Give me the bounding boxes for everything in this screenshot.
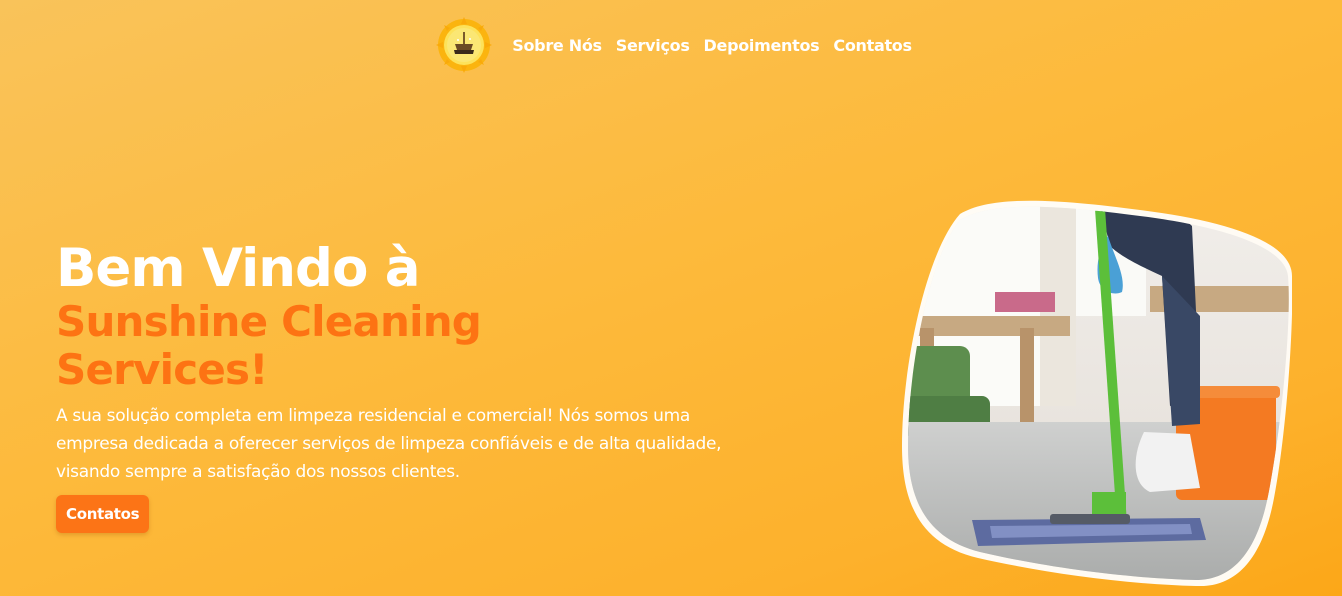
nav-link-servicos[interactable]: Serviços — [616, 36, 690, 55]
hero-description: A sua solução completa em limpeza reside… — [56, 406, 722, 482]
nav-link-depoimentos[interactable]: Depoimentos — [704, 36, 820, 55]
hero-title: Bem Vindo à — [56, 238, 421, 299]
contatos-button[interactable]: Contatos — [56, 495, 150, 533]
navbar: Sobre Nós Serviços Depoimentos Contatos — [0, 16, 1342, 74]
sun-broom-logo-icon[interactable] — [436, 17, 493, 73]
nav-links: Sobre Nós Serviços Depoimentos Contatos — [512, 36, 912, 55]
nav-link-sobre-nos[interactable]: Sobre Nós — [512, 36, 602, 55]
person-mopping-floor-photo — [900, 196, 1293, 587]
nav-link-contatos[interactable]: Contatos — [833, 36, 912, 55]
hero-section: Bem Vindo à Sunshine Cleaning Services! … — [56, 240, 736, 533]
hero-brand-title: Sunshine Cleaning Services! — [56, 297, 482, 394]
